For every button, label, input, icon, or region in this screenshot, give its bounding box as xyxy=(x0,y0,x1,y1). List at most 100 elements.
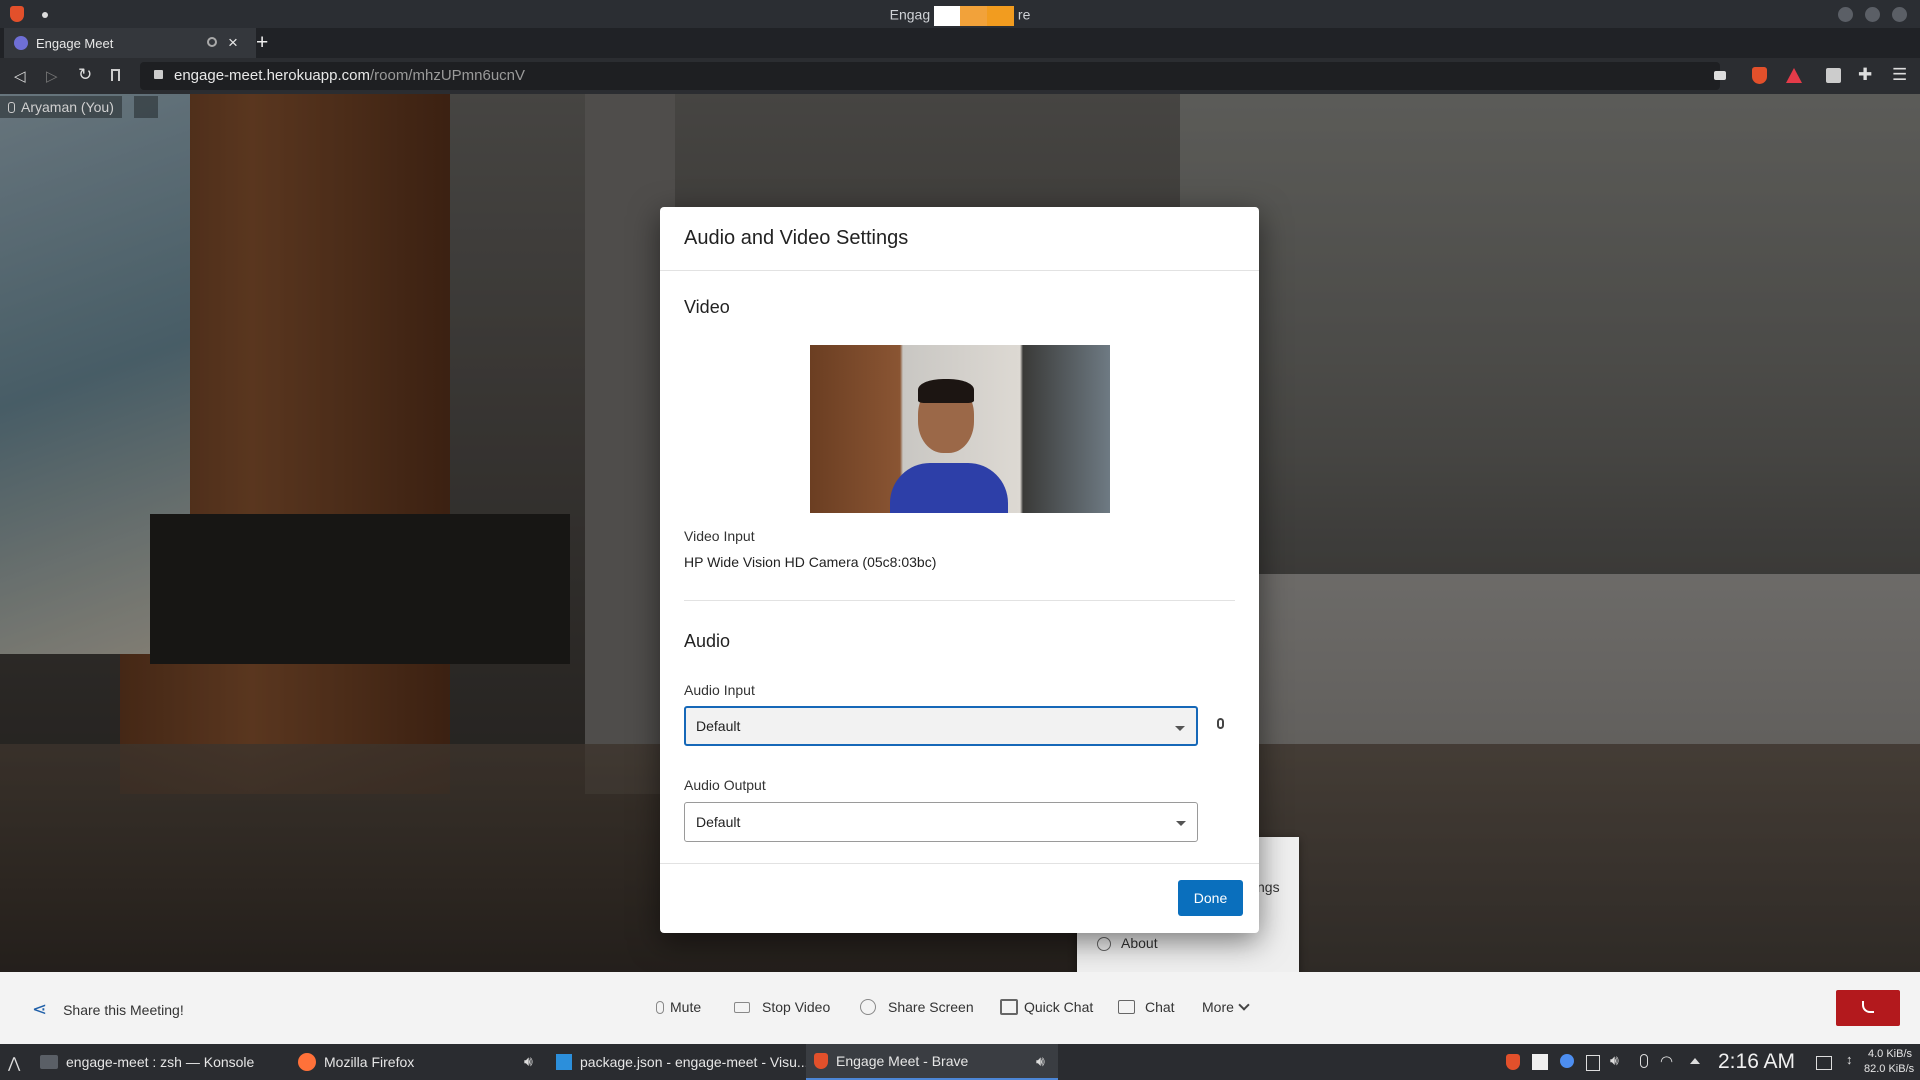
dialog-title: Audio and Video Settings xyxy=(684,227,909,249)
app-launcher-icon[interactable]: ⋀ xyxy=(8,1054,20,1072)
clipboard-icon[interactable] xyxy=(1586,1055,1600,1071)
settings-menu-item-partial[interactable]: ngs xyxy=(1257,879,1280,895)
phone-icon xyxy=(1862,1001,1874,1013)
task-brave[interactable]: Engage Meet - Brave xyxy=(806,1044,1058,1080)
tab-bar: Engage Meet × + xyxy=(0,28,1920,58)
speaker-icon: 🔊︎ xyxy=(1036,1053,1045,1069)
lock-icon xyxy=(154,70,163,79)
task-firefox[interactable]: Mozilla Firefox xyxy=(298,1044,414,1080)
camera-in-use-icon[interactable] xyxy=(1714,71,1726,80)
close-window-button[interactable] xyxy=(1892,7,1907,22)
video-input-value: HP Wide Vision HD Camera (05c8:03bc) xyxy=(684,554,937,570)
quick-chat-button[interactable]: Quick Chat xyxy=(1000,999,1093,1015)
settings-tray-icon[interactable] xyxy=(1560,1054,1574,1068)
extensions-puzzle-icon[interactable]: ✚ xyxy=(1858,65,1872,85)
dialog-footer-divider xyxy=(660,863,1259,864)
more-button[interactable]: More xyxy=(1202,999,1250,1015)
more-label: More xyxy=(1202,999,1234,1015)
tab-label: Engage Meet xyxy=(36,36,114,51)
show-desktop-icon[interactable] xyxy=(1816,1056,1832,1070)
meeting-toolbar: ⋖ Share this Meeting! Mute Stop Video Sh… xyxy=(0,972,1920,1044)
reload-icon[interactable]: ↻ xyxy=(78,65,92,85)
brave-icon xyxy=(814,1053,828,1069)
tab-engage-meet[interactable]: Engage Meet × xyxy=(4,28,256,58)
firefox-icon xyxy=(298,1053,316,1071)
audio-input-value: Default xyxy=(696,718,741,734)
video-camera-icon xyxy=(734,1001,750,1013)
sharing-indicator xyxy=(934,6,1015,26)
person-shirt xyxy=(890,463,1008,513)
audio-input-label: Audio Input xyxy=(684,682,755,698)
maximize-button[interactable] xyxy=(1865,7,1880,22)
mute-button[interactable]: Mute xyxy=(656,999,701,1015)
person-hair xyxy=(918,379,974,403)
video-section-title: Video xyxy=(684,297,730,317)
vscode-icon xyxy=(556,1054,572,1070)
os-taskbar: ⋀ engage-meet : zsh — Konsole Mozilla Fi… xyxy=(0,1044,1920,1080)
share-screen-label: Share Screen xyxy=(888,999,974,1015)
window-title-left: Engag xyxy=(889,6,931,23)
task-vscode-label: package.json - engage-meet - Visu... xyxy=(580,1054,809,1070)
end-call-button[interactable] xyxy=(1836,990,1900,1026)
navigation-bar: ◁ ▷ ↻ engage-meet.herokuapp.com/room/mhz… xyxy=(0,58,1920,94)
share-icon: ⋖ xyxy=(32,999,48,1019)
firefox-icon xyxy=(934,6,961,26)
audio-section-title: Audio xyxy=(684,631,731,651)
volume-icon[interactable]: 🔊︎ xyxy=(1610,1052,1619,1069)
participant-name: Aryaman (You) xyxy=(21,99,114,115)
speaker-icon: 🔊︎ xyxy=(524,1053,533,1069)
done-button[interactable]: Done xyxy=(1178,880,1243,916)
audio-video-settings-dialog: Audio and Video Settings Video Video Inp… xyxy=(660,207,1259,933)
url-path: /room/mhzUPmn6ucnV xyxy=(369,67,526,84)
share-screen-button[interactable]: Share Screen xyxy=(860,999,974,1015)
minimize-button[interactable] xyxy=(1838,7,1853,22)
task-vscode[interactable]: package.json - engage-meet - Visu... xyxy=(556,1044,809,1080)
tray-app-icon[interactable] xyxy=(1532,1054,1548,1070)
screen-share-indicator-icon xyxy=(987,6,1015,26)
forward-icon[interactable]: ▷ xyxy=(46,67,58,85)
microphone-indicator-icon xyxy=(960,6,988,26)
upload-arrow-icon xyxy=(860,999,876,1015)
share-meeting-button[interactable]: ⋖ Share this Meeting! xyxy=(32,999,184,1020)
wifi-icon[interactable]: ◠ xyxy=(1660,1052,1673,1070)
window-titlebar: Engag re xyxy=(0,0,1920,28)
menu-icon[interactable]: ☰ xyxy=(1892,65,1907,85)
mic-icon xyxy=(8,101,15,113)
tab-close-button[interactable]: × xyxy=(228,33,238,53)
network-up-rate: 82.0 KiB/s xyxy=(1864,1063,1915,1075)
task-konsole[interactable]: engage-meet : zsh — Konsole xyxy=(40,1044,254,1080)
back-icon[interactable]: ◁ xyxy=(14,67,26,85)
extension-icon[interactable] xyxy=(1826,68,1841,83)
audio-playing-icon xyxy=(207,37,217,47)
video-preview xyxy=(810,345,1110,513)
clock[interactable]: 2:16 AM xyxy=(1718,1050,1795,1074)
microphone-tray-icon[interactable] xyxy=(1640,1054,1648,1068)
chevron-down-icon xyxy=(1176,821,1186,826)
bookmark-icon[interactable] xyxy=(111,69,120,81)
connection-quality-icon xyxy=(134,96,158,118)
dialog-header-divider xyxy=(660,270,1259,271)
url-text: engage-meet.herokuapp.com/room/mhzUPmn6u… xyxy=(174,67,525,84)
chat-label: Chat xyxy=(1145,999,1175,1015)
audio-input-select[interactable]: Default xyxy=(684,706,1198,746)
participant-tag: Aryaman (You) xyxy=(0,96,122,118)
audio-output-select[interactable]: Default xyxy=(684,802,1198,842)
chat-button[interactable]: Chat xyxy=(1118,999,1175,1015)
brave-tray-icon[interactable] xyxy=(1506,1054,1520,1070)
url-field[interactable]: engage-meet.herokuapp.com/room/mhzUPmn6u… xyxy=(140,62,1720,90)
chevron-down-icon xyxy=(1175,726,1185,731)
stop-video-button[interactable]: Stop Video xyxy=(734,999,830,1015)
new-tab-button[interactable]: + xyxy=(256,31,268,55)
microphone-test-icon[interactable] xyxy=(1217,718,1224,729)
expand-tray-icon[interactable] xyxy=(1690,1058,1700,1064)
microphone-icon xyxy=(656,1000,664,1014)
chevron-down-icon xyxy=(1238,999,1250,1011)
task-firefox-label: Mozilla Firefox xyxy=(324,1054,415,1070)
brave-rewards-icon[interactable] xyxy=(1786,68,1802,83)
stop-video-label: Stop Video xyxy=(762,999,831,1015)
task-konsole-label: engage-meet : zsh — Konsole xyxy=(66,1054,255,1070)
quick-chat-icon xyxy=(1000,999,1018,1015)
brave-shields-icon[interactable] xyxy=(1752,67,1767,84)
about-menu-item[interactable]: About xyxy=(1121,935,1158,951)
chat-bubble-icon xyxy=(1118,1000,1135,1014)
